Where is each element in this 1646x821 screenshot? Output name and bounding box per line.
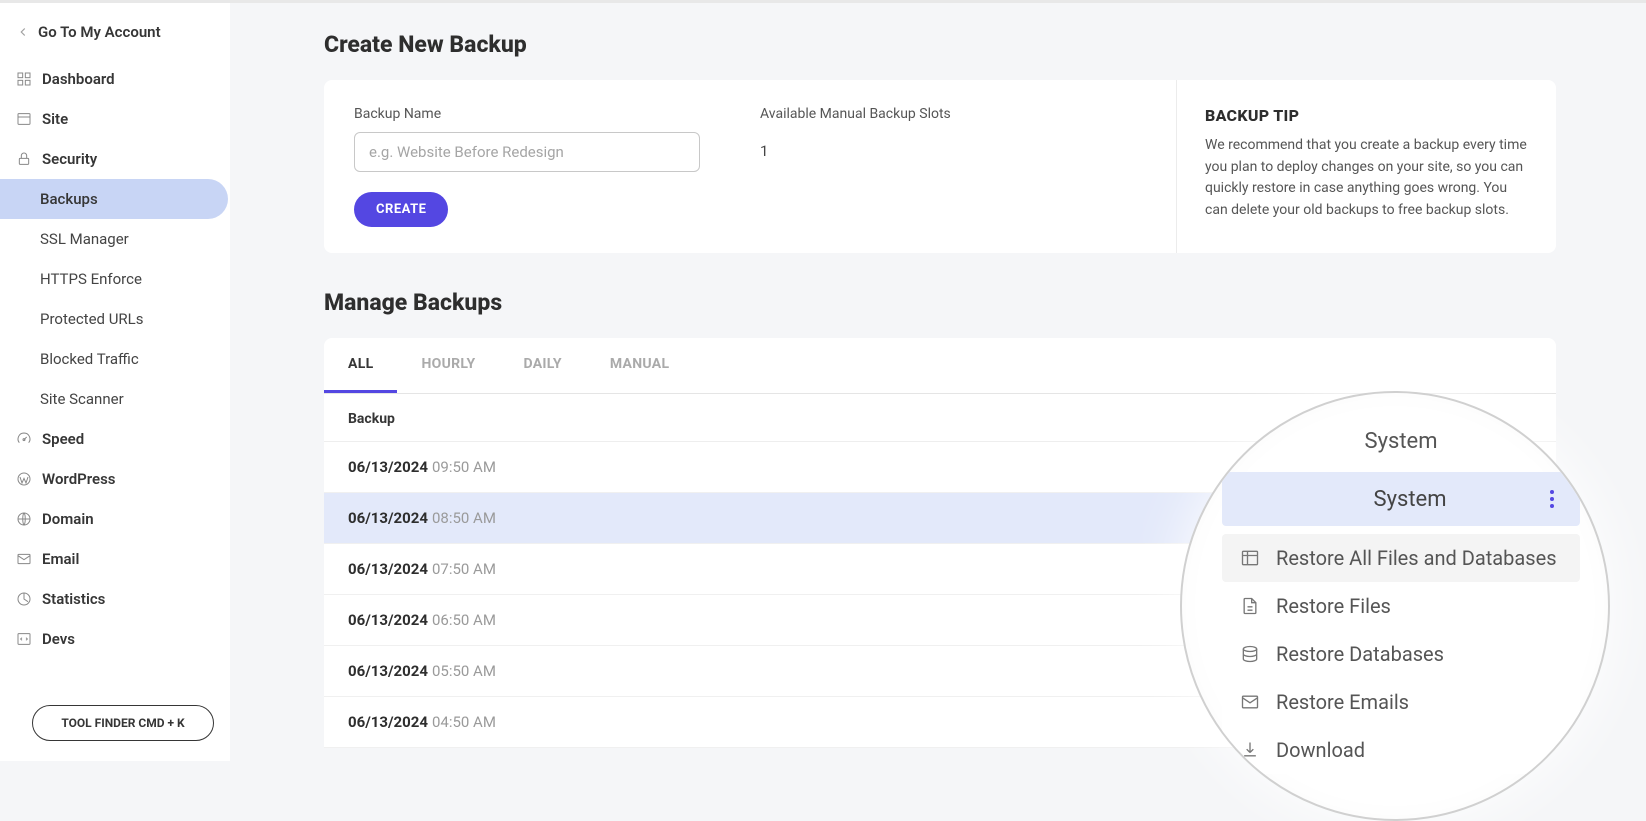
sidebar-sub-ssl[interactable]: SSL Manager (0, 219, 228, 259)
arrow-left-icon (16, 25, 30, 39)
grid-icon (16, 71, 32, 87)
zoom-system-label: System (1244, 487, 1546, 512)
backup-actions-menu: Restore All Files and Databases Restore … (1222, 534, 1580, 774)
menu-download[interactable]: Download (1222, 726, 1580, 774)
backup-tabs: ALL HOURLY DAILY MANUAL (324, 338, 1556, 394)
sidebar-item-dashboard[interactable]: Dashboard (0, 59, 228, 99)
window-icon (16, 111, 32, 127)
slots-label: Available Manual Backup Slots (760, 106, 951, 122)
wordpress-icon (16, 471, 32, 487)
download-icon (1240, 740, 1260, 760)
sidebar-item-label: WordPress (42, 470, 116, 488)
tip-heading: BACKUP TIP (1205, 106, 1528, 125)
menu-restore-files[interactable]: Restore Files (1222, 582, 1580, 630)
sidebar-item-security[interactable]: Security (0, 139, 228, 179)
globe-icon (16, 511, 32, 527)
create-button[interactable]: CREATE (354, 192, 448, 227)
manage-backups-title: Manage Backups (324, 289, 1556, 316)
sidebar-sub-site-scanner[interactable]: Site Scanner (0, 379, 228, 419)
zoom-selected-row[interactable]: System (1222, 472, 1580, 526)
mail-icon (1240, 692, 1260, 712)
tab-daily[interactable]: DAILY (499, 338, 585, 393)
sidebar-sub-backups[interactable]: Backups (0, 179, 228, 219)
tool-finder-button[interactable]: TOOL FINDER CMD + K (32, 705, 214, 741)
th-backup: Backup (348, 411, 395, 427)
sidebar-item-email[interactable]: Email (0, 539, 228, 579)
sidebar-item-label: Domain (42, 510, 94, 528)
sidebar-item-label: Dashboard (42, 70, 115, 88)
tab-hourly[interactable]: HOURLY (397, 338, 499, 393)
go-to-account-link[interactable]: Go To My Account (0, 17, 230, 59)
slots-value: 1 (760, 132, 951, 160)
mail-icon (16, 551, 32, 567)
code-icon (16, 631, 32, 647)
sidebar-item-label: Speed (42, 430, 84, 448)
sidebar: Go To My Account Dashboard Site Security… (0, 3, 230, 761)
kebab-menu-icon[interactable] (1546, 486, 1558, 512)
sidebar-item-site[interactable]: Site (0, 99, 228, 139)
restore-all-icon (1240, 548, 1260, 568)
sidebar-item-statistics[interactable]: Statistics (0, 579, 228, 619)
menu-restore-databases[interactable]: Restore Databases (1222, 630, 1580, 678)
zoom-overlay: System System Restore All Files and Data… (1180, 391, 1610, 821)
sidebar-sub-blocked-traffic[interactable]: Blocked Traffic (0, 339, 228, 379)
tab-manual[interactable]: MANUAL (586, 338, 694, 393)
sidebar-sub-protected-urls[interactable]: Protected URLs (0, 299, 228, 339)
lock-icon (16, 151, 32, 167)
sidebar-item-wordpress[interactable]: WordPress (0, 459, 228, 499)
database-icon (1240, 644, 1260, 664)
create-backup-card: Backup Name Available Manual Backup Slot… (324, 80, 1556, 253)
menu-restore-all[interactable]: Restore All Files and Databases (1222, 534, 1580, 582)
chart-icon (16, 591, 32, 607)
file-icon (1240, 596, 1260, 616)
sidebar-item-label: Email (42, 550, 79, 568)
sidebar-item-label: Security (42, 150, 97, 168)
sidebar-item-domain[interactable]: Domain (0, 499, 228, 539)
backup-name-label: Backup Name (354, 106, 700, 122)
sidebar-item-label: Site (42, 110, 68, 128)
sidebar-item-label: Statistics (42, 590, 105, 608)
back-link-label: Go To My Account (38, 23, 161, 41)
create-backup-title: Create New Backup (324, 31, 1556, 58)
menu-restore-emails[interactable]: Restore Emails (1222, 678, 1580, 726)
sidebar-item-label: Devs (42, 630, 75, 648)
sidebar-item-devs[interactable]: Devs (0, 619, 228, 659)
backup-name-input[interactable] (354, 132, 700, 172)
tab-all[interactable]: ALL (324, 338, 397, 393)
sidebar-sub-https[interactable]: HTTPS Enforce (0, 259, 228, 299)
gauge-icon (16, 431, 32, 447)
tip-text: We recommend that you create a backup ev… (1205, 135, 1528, 222)
sidebar-item-speed[interactable]: Speed (0, 419, 228, 459)
